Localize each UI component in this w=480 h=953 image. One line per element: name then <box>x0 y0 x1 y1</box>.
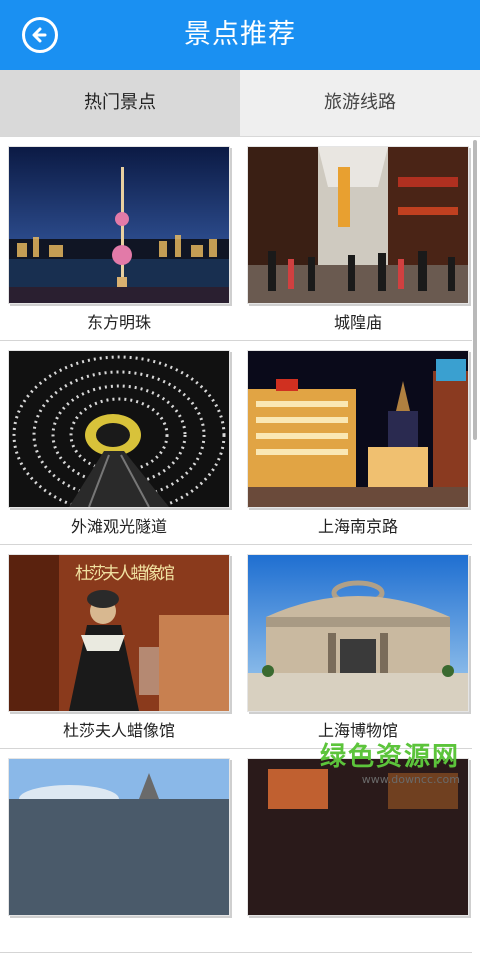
attraction-name: 东方明珠 <box>86 313 151 332</box>
attraction-card-nanjing-road[interactable]: 上海南京路 <box>247 350 469 539</box>
attraction-name: 上海南京路 <box>317 517 398 536</box>
attraction-name: 外滩观光隧道 <box>70 517 167 536</box>
watermark-text: 绿色资源网 <box>319 742 460 772</box>
tab-hot-attractions[interactable]: 热门景点 <box>0 70 240 136</box>
attraction-photo: 杜莎夫人蜡像馆 <box>8 554 230 712</box>
sign-text: 杜莎夫人蜡像馆 <box>75 564 175 584</box>
app-header: 景点推荐 <box>0 0 480 70</box>
tab-travel-routes[interactable]: 旅游线路 <box>240 70 480 136</box>
tab-bar: 热门景点 旅游线路 <box>0 70 480 137</box>
page-title: 景点推荐 <box>184 19 296 50</box>
watermark: 绿色资源网 www.downcc.com <box>320 736 460 786</box>
attraction-card-bund-tunnel[interactable]: 外滩观光隧道 <box>8 350 230 539</box>
attraction-photo <box>247 554 469 712</box>
attraction-name: 城隍庙 <box>333 313 382 332</box>
attraction-card-madame-tussauds[interactable]: 杜莎夫人蜡像馆 杜莎夫人蜡像馆 <box>8 554 230 743</box>
attraction-photo <box>8 350 230 508</box>
attraction-card-city-god-temple[interactable]: 城隍庙 <box>247 146 469 335</box>
attraction-photo <box>8 758 230 916</box>
watermark-url: www.downcc.com <box>361 773 460 786</box>
attraction-card-partial[interactable] <box>8 758 230 916</box>
attraction-card-shanghai-museum[interactable]: 上海博物馆 <box>247 554 469 743</box>
attraction-name: 杜莎夫人蜡像馆 <box>62 721 175 740</box>
attraction-grid: 东方明珠 城隍庙 外滩观光隧道 上海南京路 杜莎夫人蜡像馆 杜莎夫人蜡像馆 上海… <box>0 137 472 953</box>
scrollbar[interactable] <box>473 140 477 440</box>
grid-row: 外滩观光隧道 上海南京路 <box>0 341 472 545</box>
attraction-card-oriental-pearl[interactable]: 东方明珠 <box>8 146 230 335</box>
attraction-photo <box>247 350 469 508</box>
grid-row: 杜莎夫人蜡像馆 杜莎夫人蜡像馆 上海博物馆 <box>0 545 472 749</box>
grid-row: 东方明珠 城隍庙 <box>0 137 472 341</box>
attraction-photo <box>247 146 469 304</box>
attraction-photo <box>8 146 230 304</box>
